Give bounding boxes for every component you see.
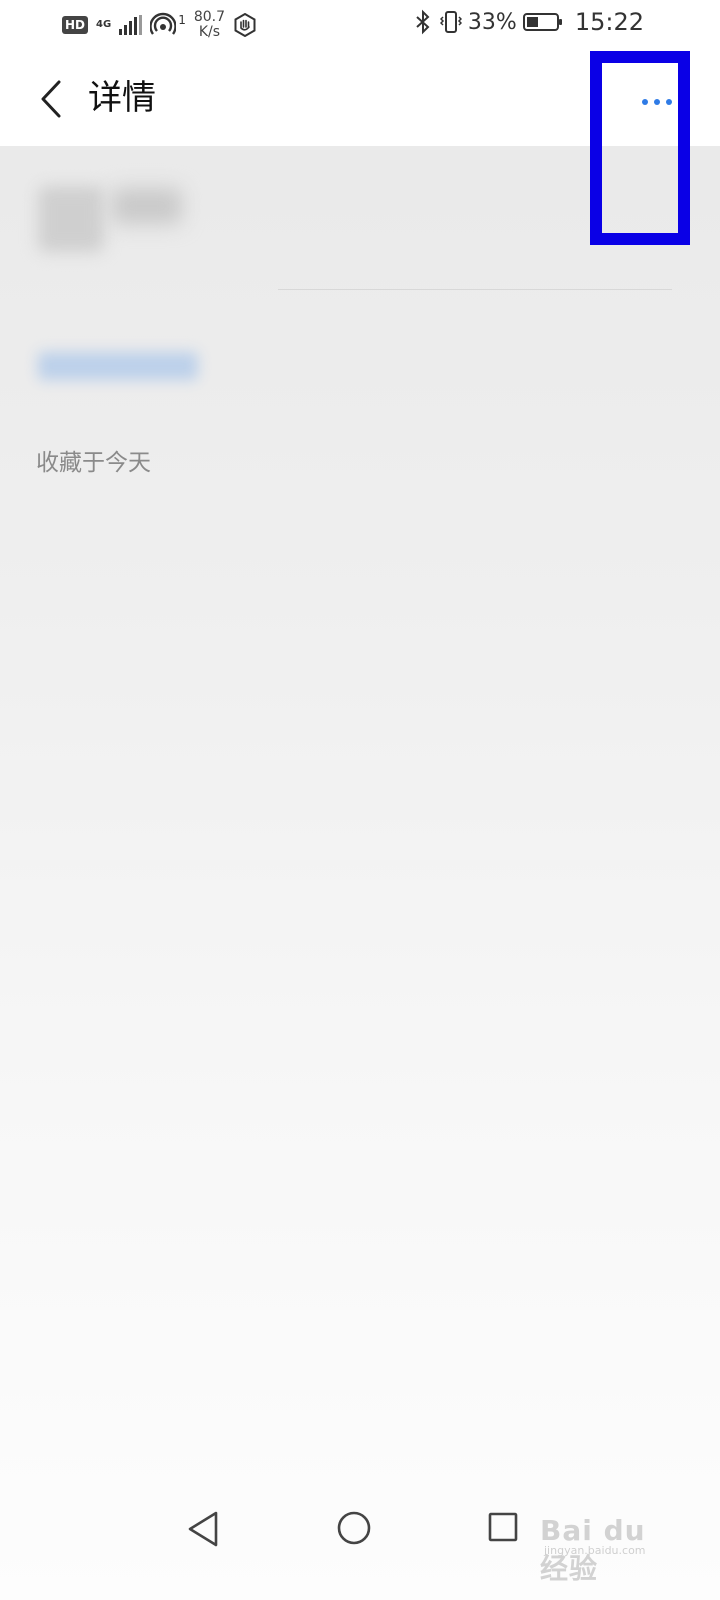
baidu-jingyan-watermark: Bai du 经验 jingyan.baidu.com	[540, 1500, 670, 1585]
link-redacted[interactable]	[38, 352, 198, 380]
sender-name-redacted	[112, 188, 182, 224]
battery-icon	[522, 13, 562, 31]
back-button[interactable]	[26, 74, 76, 124]
nav-home-icon[interactable]	[336, 1510, 372, 1546]
saved-date-label: 收藏于今天	[36, 450, 151, 476]
status-left: HD 4G 1 80.7 K/s	[62, 10, 257, 40]
bluetooth-icon	[416, 9, 430, 35]
speed-value: 80.7	[193, 9, 225, 25]
nav-back-icon[interactable]	[186, 1510, 220, 1548]
watermark-subtext: jingyan.baidu.com	[544, 1544, 646, 1557]
chevron-left-icon	[41, 80, 61, 118]
network-type: 4G	[96, 19, 112, 30]
signal-strength-icon	[119, 15, 143, 35]
status-right: 33% 15:22	[412, 8, 644, 36]
speed-unit: K/s	[198, 24, 221, 40]
vibrate-icon	[439, 11, 462, 33]
page-title: 详情	[88, 78, 156, 118]
hd-badge: HD	[62, 16, 89, 34]
hotspot-count: 1	[178, 13, 186, 27]
clock: 15:22	[574, 8, 644, 36]
nav-recent-apps-icon[interactable]	[488, 1512, 518, 1542]
hotspot-icon	[150, 12, 177, 35]
divider	[278, 289, 672, 290]
annotation-highlight-box	[590, 51, 690, 245]
hand-stop-icon	[234, 13, 256, 37]
avatar	[38, 186, 104, 252]
battery-percent: 33%	[467, 9, 517, 35]
network-speed: 80.7 K/s	[194, 10, 225, 40]
status-bar: HD 4G 1 80.7 K/s 33% 15:22	[0, 0, 720, 52]
